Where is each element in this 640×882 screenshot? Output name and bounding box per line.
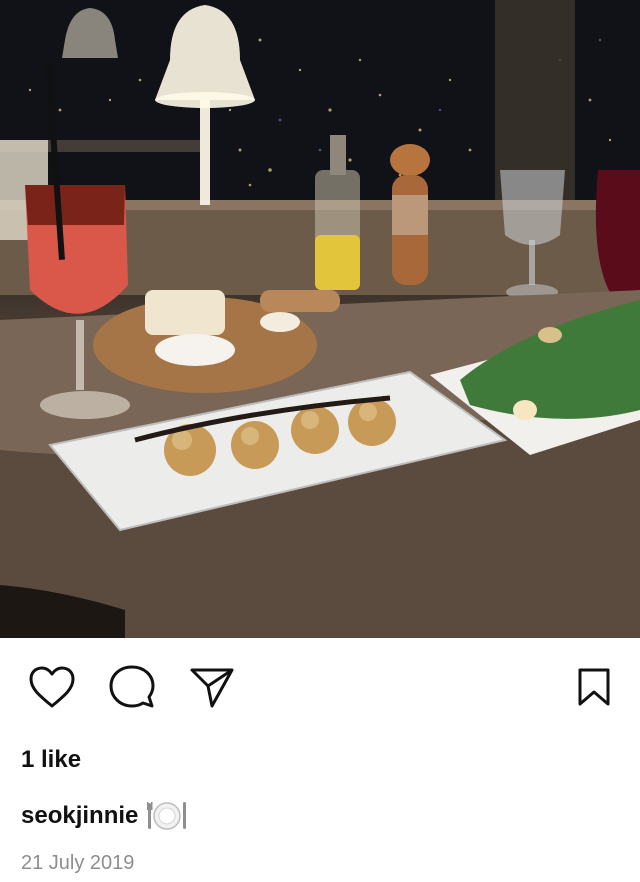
post-photo-illustration — [0, 0, 640, 638]
heart-icon — [29, 666, 75, 708]
post-photo[interactable] — [0, 0, 640, 638]
bookmark-icon — [578, 668, 610, 706]
share-button[interactable] — [187, 662, 237, 712]
like-button[interactable] — [27, 662, 77, 712]
paper-plane-icon — [190, 668, 234, 708]
plate-with-cutlery-icon — [147, 802, 187, 830]
caption: seokjinnie — [21, 799, 188, 833]
comment-bubble-icon — [109, 665, 155, 708]
save-button[interactable] — [569, 662, 619, 712]
comment-button[interactable] — [107, 662, 157, 712]
username-link[interactable]: seokjinnie — [21, 802, 138, 830]
like-count[interactable]: 1 like — [21, 746, 81, 774]
post-date: 21 July 2019 — [21, 852, 135, 874]
